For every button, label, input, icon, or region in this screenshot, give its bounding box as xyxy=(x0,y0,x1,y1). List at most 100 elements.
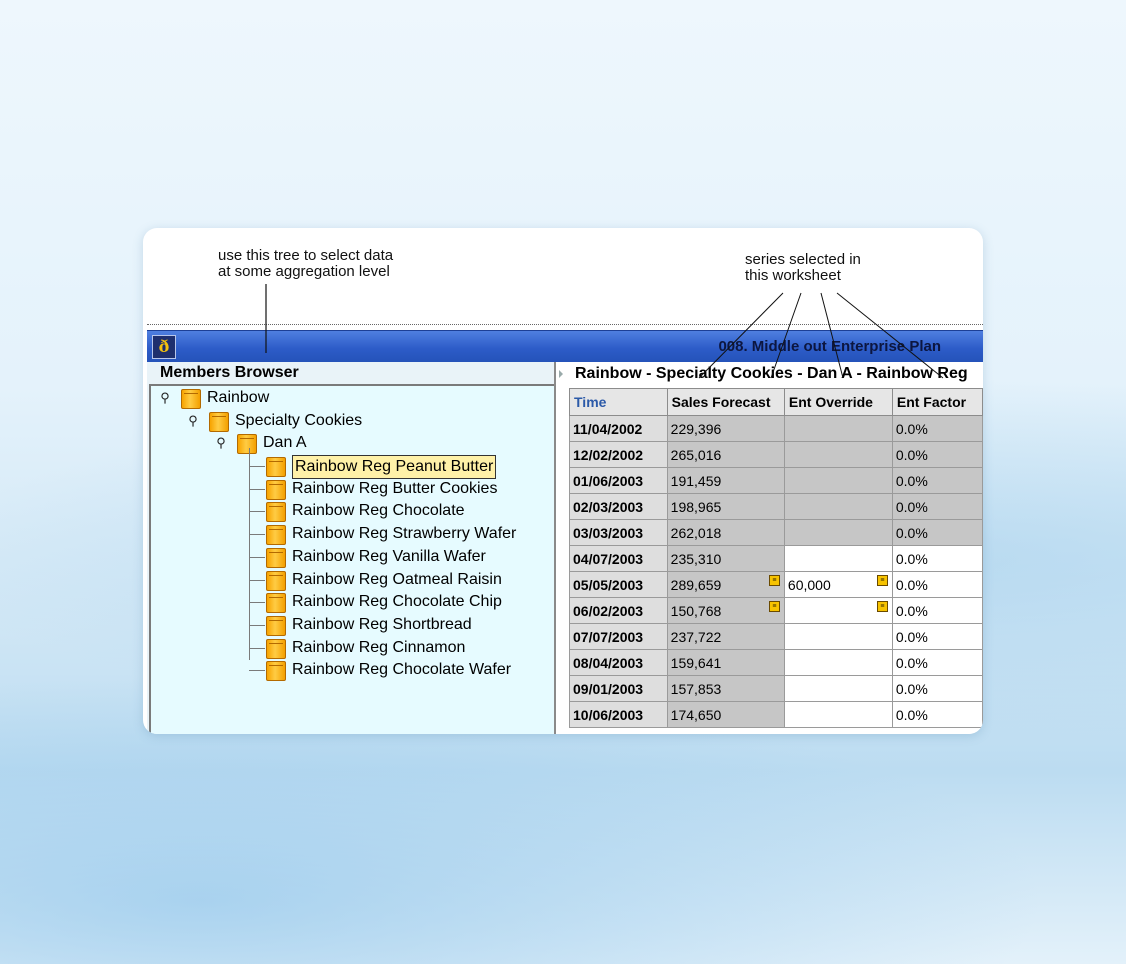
note-flag-icon[interactable]: ≡ xyxy=(768,601,780,612)
table-row: 06/02/2003 150,768 ≡ ≡ 0.0% xyxy=(569,597,983,624)
ent-override-cell[interactable] xyxy=(783,675,893,702)
app-logo-icon[interactable]: ð xyxy=(152,335,176,359)
table-row: 04/07/2003 235,310 0.0% xyxy=(569,545,983,572)
ent-factor-cell-value: 0.0% xyxy=(895,706,928,723)
tree-connector xyxy=(249,488,265,490)
ent-factor-cell-value: 0.0% xyxy=(895,654,928,671)
time-cell: 07/07/2003 xyxy=(569,623,668,650)
ent-override-cell[interactable] xyxy=(783,545,893,572)
time-cell-value: 04/07/2003 xyxy=(573,550,644,567)
sales-forecast-cell: 229,396 xyxy=(666,415,785,442)
ent-factor-cell: 0.0% xyxy=(891,415,983,442)
tree-node-dan-a[interactable]: Dan A xyxy=(263,432,307,454)
ent-factor-cell-value: 0.0% xyxy=(895,420,928,437)
ent-factor-cell[interactable]: 0.0% xyxy=(891,701,983,728)
cube-icon xyxy=(181,389,201,409)
ent-override-cell[interactable] xyxy=(783,701,893,728)
table-row: 11/04/2002 229,396 0.0% xyxy=(569,415,983,442)
tree-item[interactable]: Rainbow Reg Cinnamon xyxy=(292,637,465,659)
ent-override-cell xyxy=(783,493,893,520)
tree-item[interactable]: Rainbow Reg Chocolate Wafer xyxy=(292,659,511,681)
tree-item[interactable]: Rainbow Reg Peanut Butter xyxy=(292,455,497,479)
ent-factor-cell[interactable]: 0.0% xyxy=(891,649,983,676)
cube-icon xyxy=(266,479,286,500)
sales-forecast-cell-value: 157,853 xyxy=(670,680,722,697)
ent-factor-cell-value: 0.0% xyxy=(895,446,928,463)
cube-icon xyxy=(209,412,229,432)
splitter-handle[interactable] xyxy=(557,366,565,730)
note-flag-icon[interactable]: ≡ xyxy=(768,575,780,586)
sales-forecast-cell-value: 198,965 xyxy=(670,498,722,515)
tree-connector xyxy=(249,448,250,660)
ent-override-cell-value: 60,000 xyxy=(787,576,831,593)
cube-icon xyxy=(266,457,286,477)
cube-icon xyxy=(266,615,286,636)
column-header-time[interactable]: Time xyxy=(569,388,668,416)
tree-connector xyxy=(249,511,265,513)
tree-item[interactable]: Rainbow Reg Chocolate Chip xyxy=(292,591,502,613)
ent-factor-cell-value: 0.0% xyxy=(895,628,928,645)
time-cell: 06/02/2003 xyxy=(569,597,668,624)
time-cell: 12/02/2002 xyxy=(569,441,668,468)
sales-forecast-cell: 237,722 xyxy=(666,623,785,650)
ent-factor-cell[interactable]: 0.0% xyxy=(891,545,983,572)
time-cell: 11/04/2002 xyxy=(569,415,668,442)
plan-title: 008. Middle out Enterprise Plan xyxy=(718,338,941,355)
tree-item[interactable]: Rainbow Reg Chocolate xyxy=(292,500,465,522)
tree-item[interactable]: Rainbow Reg Butter Cookies xyxy=(292,478,497,500)
key-expander-icon[interactable]: ⚲ xyxy=(159,391,171,404)
separator-line xyxy=(147,324,983,325)
members-browser-title: Members Browser xyxy=(160,364,299,381)
tree-item[interactable]: Rainbow Reg Oatmeal Raisin xyxy=(292,569,502,591)
table-row: 01/06/2003 191,459 0.0% xyxy=(569,467,983,494)
cube-icon xyxy=(266,525,286,546)
sales-forecast-cell: 174,650 xyxy=(666,701,785,728)
ent-override-cell[interactable]: 60,000 ≡ xyxy=(783,571,893,598)
time-cell: 03/03/2003 xyxy=(569,519,668,546)
tree-item[interactable]: Rainbow Reg Vanilla Wafer xyxy=(292,546,486,568)
ent-factor-cell[interactable]: 0.0% xyxy=(891,675,983,702)
ent-override-cell[interactable] xyxy=(783,649,893,676)
column-header-sales-forecast[interactable]: Sales Forecast xyxy=(666,388,785,416)
cube-icon xyxy=(266,502,286,523)
table-row: 12/02/2002 265,016 0.0% xyxy=(569,441,983,468)
ent-override-cell xyxy=(783,519,893,546)
time-cell: 04/07/2003 xyxy=(569,545,668,572)
cube-icon xyxy=(266,547,286,568)
column-header-ent-override[interactable]: Ent Override xyxy=(783,388,893,416)
column-header-ent-factor[interactable]: Ent Factor xyxy=(891,388,983,416)
table-row: 07/07/2003 237,722 0.0% xyxy=(569,623,983,650)
worksheet-grid: Time Sales Forecast Ent Override Ent Fac… xyxy=(569,388,983,728)
ent-factor-cell[interactable]: 0.0% xyxy=(891,597,983,624)
time-cell: 05/05/2003 xyxy=(569,571,668,598)
ent-override-cell[interactable]: ≡ xyxy=(783,597,893,624)
table-row: 10/06/2003 174,650 0.0% xyxy=(569,701,983,728)
tree-connector xyxy=(249,466,265,467)
ent-override-cell xyxy=(783,467,893,494)
series-annotation: series selected in this worksheet xyxy=(745,251,861,284)
worksheet-title: Rainbow - Specialty Cookies - Dan A - Ra… xyxy=(575,365,968,382)
time-cell-value: 10/06/2003 xyxy=(573,706,644,723)
members-tree[interactable]: ⚲ Rainbow ⚲ Specialty Cookies ⚲ Dan A Rainbow … xyxy=(149,384,554,734)
sales-forecast-cell-value: 229,396 xyxy=(670,420,722,437)
note-flag-icon[interactable]: ≡ xyxy=(876,575,888,586)
ent-factor-cell[interactable]: 0.0% xyxy=(891,623,983,650)
tree-item[interactable]: Rainbow Reg Strawberry Wafer xyxy=(292,523,516,545)
key-expander-icon[interactable]: ⚲ xyxy=(187,414,199,427)
sales-forecast-cell: 235,310 xyxy=(666,545,785,572)
tree-node-rainbow[interactable]: Rainbow xyxy=(207,387,269,409)
ent-factor-cell-value: 0.0% xyxy=(895,602,928,619)
tree-item[interactable]: Rainbow Reg Shortbread xyxy=(292,614,472,636)
ent-factor-cell[interactable]: 0.0% xyxy=(891,571,983,598)
time-cell: 09/01/2003 xyxy=(569,675,668,702)
ent-override-cell[interactable] xyxy=(783,623,893,650)
tree-connector xyxy=(249,579,265,581)
sales-forecast-cell: 198,965 xyxy=(666,493,785,520)
ent-factor-cell-value: 0.0% xyxy=(895,472,928,489)
sales-forecast-cell-value: 262,018 xyxy=(670,524,722,541)
ent-factor-cell: 0.0% xyxy=(891,441,983,468)
key-expander-icon[interactable]: ⚲ xyxy=(215,436,227,449)
table-row: 03/03/2003 262,018 0.0% xyxy=(569,519,983,546)
tree-node-specialty-cookies[interactable]: Specialty Cookies xyxy=(235,410,362,432)
note-flag-icon[interactable]: ≡ xyxy=(876,601,888,612)
